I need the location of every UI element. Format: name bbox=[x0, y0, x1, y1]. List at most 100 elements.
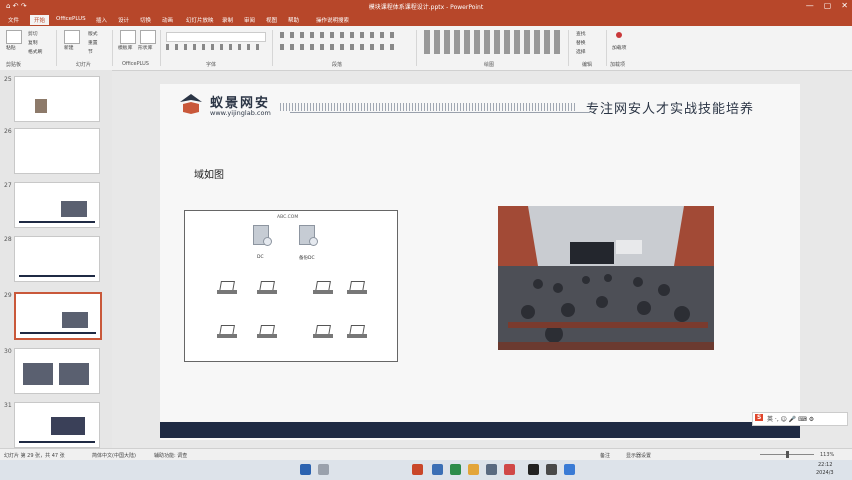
language-indicator[interactable]: 简体中文(中国大陆) bbox=[92, 452, 136, 459]
tab-animations[interactable]: 动画 bbox=[162, 16, 173, 24]
tab-slideshow[interactable]: 幻灯片放映 bbox=[186, 16, 214, 24]
maximize-button[interactable]: ▢ bbox=[824, 1, 832, 10]
slide-thumbnail[interactable] bbox=[14, 402, 100, 448]
template-library-button[interactable]: 模板库 bbox=[118, 44, 132, 51]
tab-file[interactable]: 文件 bbox=[8, 16, 19, 24]
slide-thumbnail[interactable] bbox=[14, 76, 100, 122]
slide-thumbnail-selected[interactable] bbox=[14, 292, 102, 340]
zoom-slider-thumb[interactable] bbox=[786, 451, 789, 458]
group-font: 字体 bbox=[206, 62, 217, 68]
paragraph-buttons-row1[interactable] bbox=[280, 32, 400, 38]
window-controls: — ▢ ✕ bbox=[796, 1, 848, 10]
new-slide-icon[interactable] bbox=[64, 30, 80, 44]
minimize-button[interactable]: — bbox=[806, 1, 814, 10]
laptop-icon bbox=[257, 325, 277, 339]
notes-button[interactable]: 备注 bbox=[600, 452, 610, 459]
slide-number: 25 bbox=[4, 76, 12, 83]
tab-officeplus[interactable]: OfficePLUS bbox=[56, 16, 86, 22]
thumbnail-footer bbox=[20, 332, 96, 334]
slide-heading: 域如图 bbox=[194, 170, 224, 181]
select-button[interactable]: 选择 bbox=[576, 48, 586, 55]
slide-count: 幻灯片 第 29 张，共 47 张 bbox=[4, 453, 65, 459]
server-label: 备份DC bbox=[299, 256, 315, 261]
server-icon bbox=[299, 225, 318, 246]
slide-thumbnail[interactable] bbox=[14, 236, 100, 282]
app-icon[interactable] bbox=[546, 464, 557, 475]
ime-toolbar[interactable]: S 英 ·, ☺ 🎤 ⌨ ⚙ bbox=[752, 412, 848, 426]
tab-home[interactable]: 开始 bbox=[30, 15, 50, 25]
cut-button[interactable]: 剪切 bbox=[28, 30, 38, 37]
new-slide-button[interactable]: 新建 bbox=[64, 44, 74, 51]
reset-button[interactable]: 重置 bbox=[88, 39, 98, 46]
section-button[interactable]: 节 bbox=[88, 48, 93, 55]
start-icon[interactable] bbox=[300, 464, 311, 475]
header-divider bbox=[290, 112, 590, 113]
font-name-box[interactable] bbox=[166, 32, 266, 42]
ime-logo-icon[interactable]: S bbox=[755, 414, 764, 421]
font-format-buttons[interactable] bbox=[166, 44, 264, 50]
addin-button[interactable]: 加载项 bbox=[612, 44, 626, 51]
gear-icon bbox=[309, 237, 318, 246]
tab-transitions[interactable]: 切换 bbox=[140, 16, 151, 24]
laptop-icon bbox=[347, 325, 367, 339]
thumbnail-image bbox=[62, 312, 88, 328]
display-settings-button[interactable]: 显示器设置 bbox=[626, 452, 651, 459]
app-icon[interactable] bbox=[450, 464, 461, 475]
tab-view[interactable]: 视图 bbox=[266, 16, 277, 24]
tab-record[interactable]: 录制 bbox=[222, 16, 233, 24]
clock-time[interactable]: 22:12 bbox=[818, 462, 832, 468]
shape-library-button[interactable]: 形状库 bbox=[138, 44, 152, 51]
search-icon[interactable] bbox=[318, 464, 329, 475]
classroom-photo[interactable] bbox=[498, 206, 714, 350]
app-icon[interactable] bbox=[486, 464, 497, 475]
find-button[interactable]: 查找 bbox=[576, 30, 586, 37]
slide-number: 28 bbox=[4, 236, 12, 243]
divider bbox=[416, 30, 417, 66]
tab-review[interactable]: 审阅 bbox=[244, 16, 255, 24]
addin-icon[interactable] bbox=[616, 32, 622, 38]
classroom-illustration bbox=[498, 206, 714, 350]
powerpoint-icon[interactable] bbox=[412, 464, 423, 475]
tab-help[interactable]: 帮助 bbox=[288, 16, 299, 24]
thumbnail-image bbox=[61, 201, 87, 217]
server-label: DC bbox=[257, 255, 264, 260]
format-painter-button[interactable]: 格式刷 bbox=[28, 48, 42, 55]
shapes-gallery[interactable] bbox=[424, 30, 564, 54]
group-officeplus: OfficePLUS bbox=[122, 61, 149, 67]
divider bbox=[568, 30, 569, 66]
layout-button[interactable]: 版式 bbox=[88, 30, 98, 37]
app-icon[interactable] bbox=[504, 464, 515, 475]
group-editing: 编辑 bbox=[582, 62, 593, 68]
slide-canvas[interactable]: 蚁景网安 www.yijinglab.com 专注网安人才实战技能培养 域如图 … bbox=[160, 84, 800, 440]
tell-me-search[interactable]: 操作说明搜索 bbox=[316, 16, 349, 24]
group-paragraph: 段落 bbox=[332, 62, 343, 68]
tab-design[interactable]: 设计 bbox=[118, 16, 129, 24]
divider bbox=[272, 30, 273, 66]
app-icon[interactable] bbox=[468, 464, 479, 475]
group-clipboard: 剪贴板 bbox=[6, 62, 22, 68]
paragraph-buttons-row2[interactable] bbox=[280, 44, 400, 50]
close-button[interactable]: ✕ bbox=[841, 1, 848, 10]
clock-date[interactable]: 2024/3 bbox=[816, 470, 834, 476]
zoom-level[interactable]: 113% bbox=[820, 452, 834, 458]
thumbnail-image bbox=[51, 417, 85, 435]
logo-icon bbox=[180, 94, 202, 114]
app-icon[interactable] bbox=[432, 464, 443, 475]
app-icon[interactable] bbox=[564, 464, 575, 475]
slide-thumbnail[interactable] bbox=[14, 128, 100, 174]
divider bbox=[112, 30, 113, 66]
domain-diagram[interactable]: ABC.COM DC 备份DC bbox=[184, 210, 398, 362]
template-library-icon[interactable] bbox=[120, 30, 136, 44]
title-bar: ⌂ ↶ ↷ 模块课程体系课程设计.pptx - PowerPoint — ▢ ✕ bbox=[0, 0, 852, 14]
replace-button[interactable]: 替换 bbox=[576, 39, 586, 46]
tab-insert[interactable]: 插入 bbox=[96, 16, 107, 24]
paste-button[interactable]: 粘贴 bbox=[6, 44, 16, 51]
terminal-icon[interactable] bbox=[528, 464, 539, 475]
paste-icon[interactable] bbox=[6, 30, 22, 44]
copy-button[interactable]: 复制 bbox=[28, 39, 38, 46]
ime-items[interactable]: 英 ·, ☺ 🎤 ⌨ ⚙ bbox=[767, 414, 814, 423]
slide-thumbnail[interactable] bbox=[14, 182, 100, 228]
accessibility-status[interactable]: 辅助功能: 调查 bbox=[154, 452, 187, 459]
shape-library-icon[interactable] bbox=[140, 30, 156, 44]
slide-thumbnail[interactable] bbox=[14, 348, 100, 394]
